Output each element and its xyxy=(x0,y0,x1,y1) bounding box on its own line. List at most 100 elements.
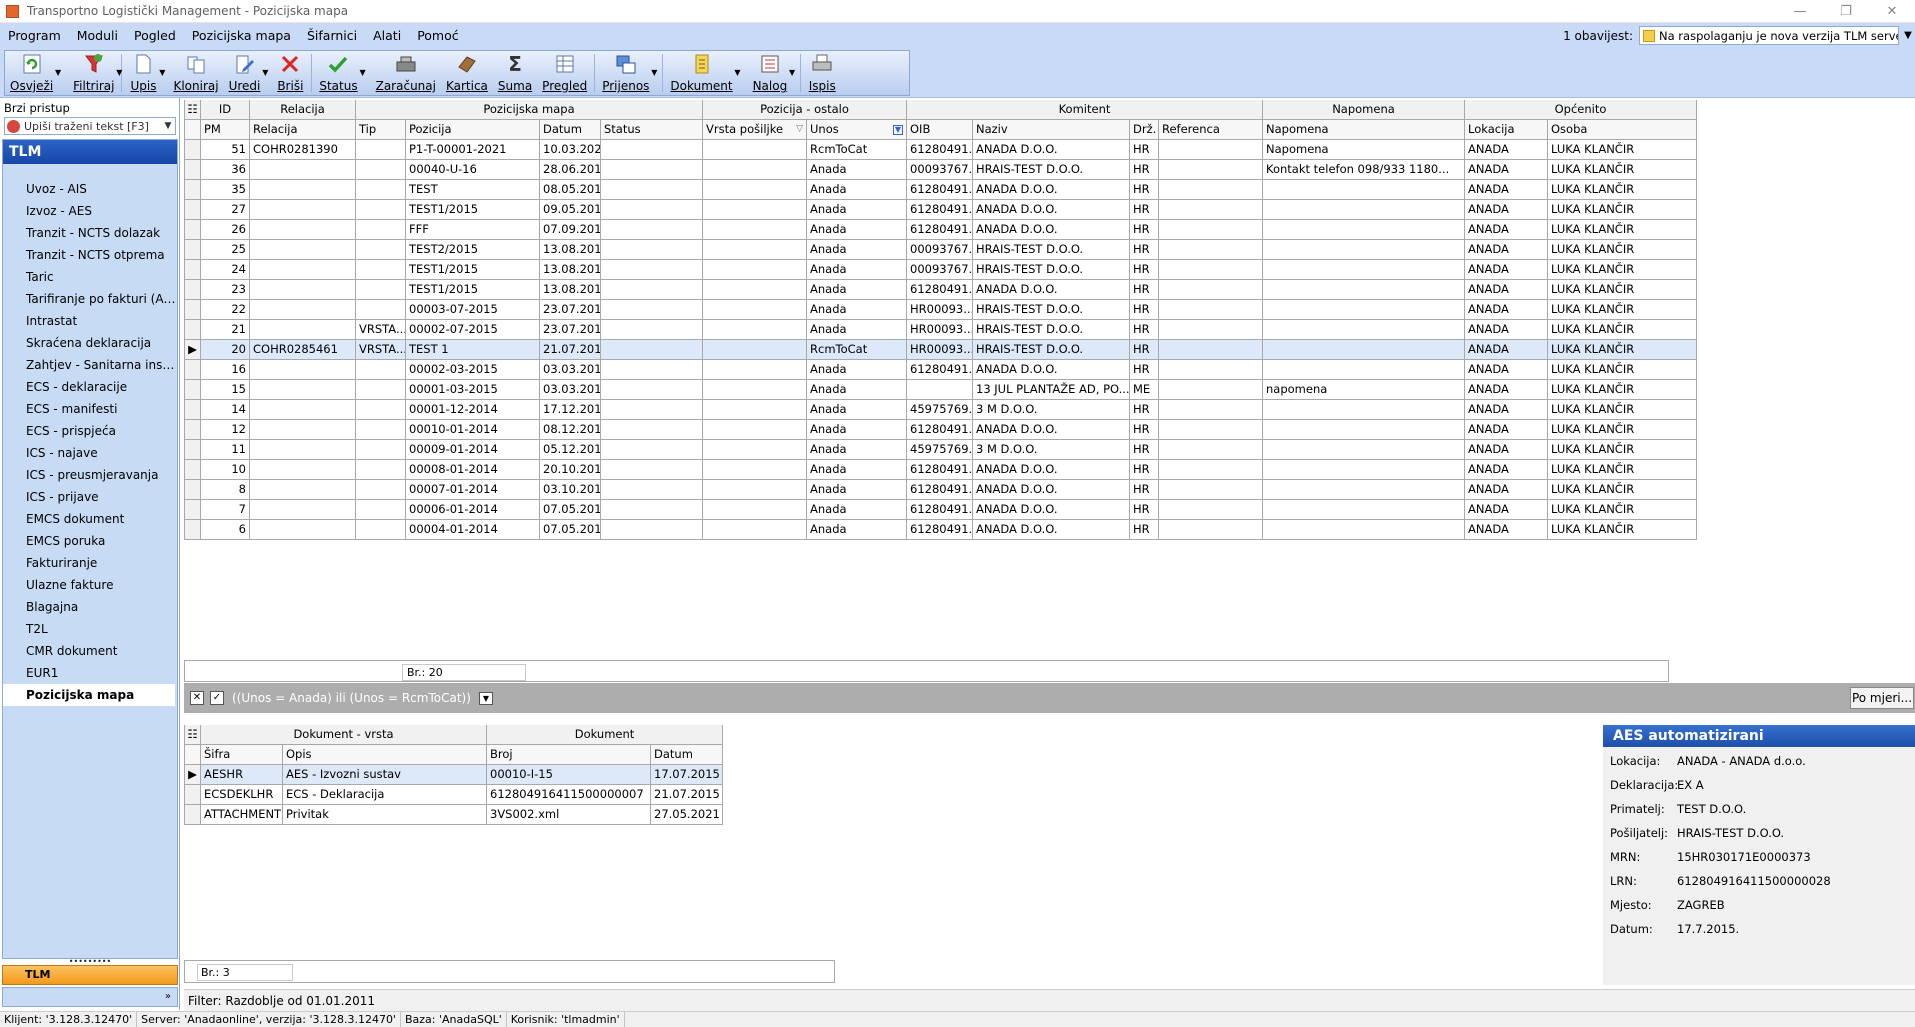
nav-item[interactable]: ECS - deklaracije xyxy=(3,376,177,398)
charge-button[interactable]: Zaračunaj xyxy=(371,51,441,95)
table-row[interactable]: ▶20COHR0285461VRSTA...TEST 121.07.2015 Rc… xyxy=(185,340,1697,360)
quick-access-input[interactable]: Upiši traženi tekst [F3] ▼ xyxy=(4,117,176,135)
nav-item[interactable]: EMCS poruka xyxy=(3,530,177,552)
status-button[interactable]: Status ▼ xyxy=(314,51,366,95)
column-header[interactable]: Pozicija xyxy=(406,120,540,140)
new-entry-button[interactable]: Upis ▼ xyxy=(124,51,165,95)
order-button[interactable]: Nalog ▼ xyxy=(748,51,795,95)
table-row[interactable]: 7 00006-01-201407.05.2014 Anada61280491...… xyxy=(185,500,1697,520)
column-header[interactable]: Napomena xyxy=(1263,120,1465,140)
filter-dropdown-button[interactable]: ▼ xyxy=(478,691,493,705)
nav-item[interactable]: EMCS dokument xyxy=(3,508,177,530)
panel-splitter[interactable]: ••••••••• xyxy=(2,958,178,966)
column-header[interactable]: Opis xyxy=(283,745,487,765)
table-row[interactable]: 6 00004-01-201407.05.2014 Anada61280491...… xyxy=(185,520,1697,540)
print-button[interactable]: Ispis xyxy=(803,51,841,95)
column-header[interactable]: Drž. xyxy=(1130,120,1159,140)
nav-item[interactable]: Ulazne fakture xyxy=(3,574,177,596)
column-header[interactable]: Tip xyxy=(356,120,406,140)
column-header[interactable]: Relacija xyxy=(250,120,356,140)
menu-pomoc[interactable]: Pomoć xyxy=(409,28,466,43)
nav-item[interactable]: Uvoz - AIS xyxy=(3,178,177,200)
menu-program[interactable]: Program xyxy=(0,28,69,43)
nav-item[interactable]: T2L xyxy=(3,618,177,640)
column-header[interactable]: Naziv xyxy=(973,120,1130,140)
nav-item[interactable]: EUR1 xyxy=(3,662,177,684)
table-row[interactable]: 26 FFF07.09.2015 Anada61280491...ANADA D.O… xyxy=(185,220,1697,240)
table-row[interactable]: 3600040-U-1628.06.2017Anada00093767...HR… xyxy=(185,160,1697,180)
close-button[interactable]: ✕ xyxy=(1869,0,1915,23)
sum-button[interactable]: Σ Suma xyxy=(493,51,537,95)
table-row[interactable]: 11 00009-01-201405.12.2014 Anada45975769..… xyxy=(185,440,1697,460)
document-row[interactable]: ATTACHMENTHRPrivitak3VS002.xml27.05.2021… xyxy=(185,805,835,825)
column-header[interactable]: Lokacija xyxy=(1465,120,1548,140)
menu-pozicijska-mapa[interactable]: Pozicijska mapa xyxy=(184,28,299,43)
table-row[interactable]: 16 00002-03-201503.03.2015 Anada61280491..… xyxy=(185,360,1697,380)
document-button[interactable]: Dokument ▼ xyxy=(665,51,741,95)
table-row[interactable]: 12 00010-01-201408.12.2014 Anada61280491..… xyxy=(185,420,1697,440)
table-row[interactable]: 25TEST2/201513.08.2015Anada00093767...HR… xyxy=(185,240,1697,260)
column-header[interactable]: Unos ▼ xyxy=(807,120,907,140)
column-header[interactable]: Vrsta pošiljke ▽ xyxy=(703,120,807,140)
table-row[interactable]: 21VRSTA...00002-07-201523.07.2015AnadaHR… xyxy=(185,320,1697,340)
edit-button[interactable]: Uredi ▼ xyxy=(224,51,268,95)
table-row[interactable]: 23TEST1/201513.08.2015Anada61280491...AN… xyxy=(185,280,1697,300)
nav-item[interactable]: Tranzit - NCTS otprema xyxy=(3,244,177,266)
document-row[interactable]: ▶ AESHR AES - Izvozni sustav 00010-I-15 17.0… xyxy=(185,765,835,785)
nav-item[interactable]: Taric xyxy=(3,266,177,288)
notification-box[interactable]: Na raspolaganju je nova verzija TLM serv… xyxy=(1639,26,1899,45)
clear-filter-button[interactable]: ✕ xyxy=(190,691,204,705)
nav-item[interactable]: ICS - prijave xyxy=(3,486,177,508)
nav-item[interactable]: ECS - prispjeća xyxy=(3,420,177,442)
nav-item[interactable]: ECS - manifesti xyxy=(3,398,177,420)
nav-item[interactable]: Blagajna xyxy=(3,596,177,618)
menu-pogled[interactable]: Pogled xyxy=(126,28,184,43)
nav-expand-button[interactable]: » xyxy=(2,987,178,1007)
nav-item[interactable]: Fakturiranje xyxy=(3,552,177,574)
nav-item[interactable]: Intrastat xyxy=(3,310,177,332)
table-row[interactable]: 35 TEST08.05.2017 Anada61280491...ANADA D.… xyxy=(185,180,1697,200)
column-header[interactable]: Broj xyxy=(487,745,651,765)
nav-item[interactable]: Pozicijska mapa xyxy=(3,684,175,706)
document-row[interactable]: ECSDEKLHR ECS - Deklaracija 61280491641150… xyxy=(185,785,835,805)
nav-item[interactable]: Tarifiranje po fakturi (AIS... xyxy=(3,288,177,310)
column-header[interactable]: Osoba xyxy=(1548,120,1697,140)
nav-item[interactable]: ICS - preusmjeravanja xyxy=(3,464,177,486)
filter-icon[interactable]: ▼ xyxy=(892,125,903,135)
table-row[interactable]: 15 00001-03-201503.03.2015 Anada 13 JUL PLA… xyxy=(185,380,1697,400)
maximize-button[interactable]: ❐ xyxy=(1823,0,1869,23)
table-row[interactable]: 14 00001-12-201417.12.2014 Anada45975769..… xyxy=(185,400,1697,420)
custom-filter-button[interactable]: Po mjeri... xyxy=(1850,687,1914,709)
table-row[interactable]: 51COHR0281390 P1-T-00001-202110.03.2021 Rc… xyxy=(185,140,1697,160)
nav-item[interactable]: CMR dokument xyxy=(3,640,177,662)
table-row[interactable]: 24TEST1/201513.08.2015Anada00093767...HR… xyxy=(185,260,1697,280)
clone-button[interactable]: Kloniraj xyxy=(168,51,223,95)
column-header[interactable]: OIB xyxy=(907,120,973,140)
delete-button[interactable]: Briši xyxy=(271,51,309,95)
table-row[interactable]: 10 00008-01-201420.10.2014 Anada61280491..… xyxy=(185,460,1697,480)
menu-alati[interactable]: Alati xyxy=(365,28,409,43)
chevron-down-icon[interactable]: ▼ xyxy=(1901,26,1915,45)
column-header[interactable]: Datum xyxy=(651,745,723,765)
nav-item[interactable]: Skraćena deklaracija xyxy=(3,332,177,354)
column-header[interactable]: Šifra xyxy=(201,745,283,765)
table-row[interactable]: 22 00003-07-201523.07.2015 AnadaHR00093...… xyxy=(185,300,1697,320)
table-row[interactable]: 8 00007-01-201403.10.2014 Anada61280491...… xyxy=(185,480,1697,500)
chevron-down-icon[interactable]: ▼ xyxy=(161,121,175,131)
column-header[interactable]: PM xyxy=(201,120,250,140)
overview-button[interactable]: Pregled xyxy=(537,51,592,95)
refresh-button[interactable]: Osvježi ▼ xyxy=(5,51,61,95)
nav-item[interactable]: Tranzit - NCTS dolazak xyxy=(3,222,177,244)
column-header[interactable]: Status xyxy=(601,120,703,140)
column-header[interactable]: Referenca xyxy=(1159,120,1263,140)
nav-item[interactable]: Izvoz - AES xyxy=(3,200,177,222)
minimize-button[interactable]: — xyxy=(1777,0,1823,23)
filter-icon[interactable]: ▽ xyxy=(796,120,803,139)
transfer-button[interactable]: Prijenos ▼ xyxy=(597,51,657,95)
nav-item[interactable]: Zahtjev - Sanitarna inspe... xyxy=(3,354,177,376)
menu-moduli[interactable]: Moduli xyxy=(69,28,126,43)
nav-item[interactable]: ICS - najave xyxy=(3,442,177,464)
card-button[interactable]: Kartica xyxy=(441,51,493,95)
menu-sifarnici[interactable]: Šifarnici xyxy=(299,28,365,43)
table-row[interactable]: 27TEST1/201509.05.2016Anada61280491...AN… xyxy=(185,200,1697,220)
